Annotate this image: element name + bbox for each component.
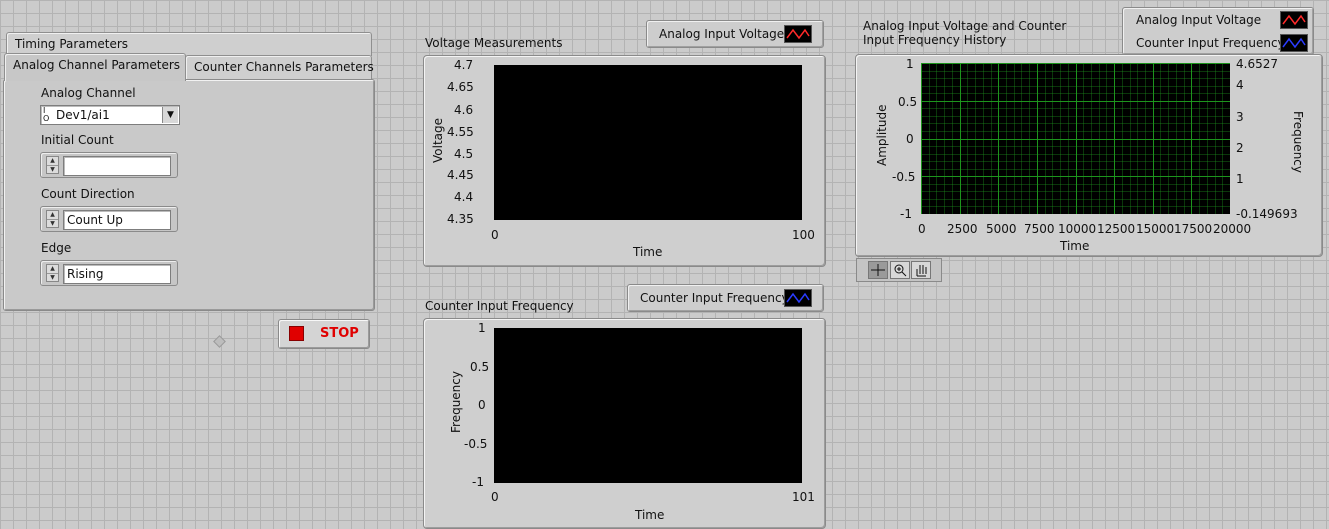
y-left-tick: 1 <box>906 57 914 71</box>
y-right-tick: -0.149693 <box>1236 207 1298 221</box>
counter-legend-swatch <box>784 289 812 307</box>
initial-count-label: Initial Count <box>41 133 114 147</box>
history-x-label: Time <box>1060 239 1090 253</box>
y-tick: 4.7 <box>454 58 474 72</box>
x-tick: 5000 <box>986 222 1017 236</box>
x-tick: 0 <box>918 222 926 236</box>
x-tick: 0 <box>491 490 499 504</box>
edge-spinner[interactable]: ▲ ▼ <box>46 264 59 282</box>
x-tick: 101 <box>792 490 815 504</box>
y-tick: 4.55 <box>447 125 474 139</box>
counter-legend-label: Counter Input Frequency <box>640 291 789 305</box>
count-direction-spinner[interactable]: ▲ ▼ <box>46 210 59 228</box>
history-grid <box>921 63 1231 215</box>
wave-line-icon <box>786 28 810 40</box>
edge-value[interactable]: Rising <box>63 264 171 284</box>
x-tick: 12500 <box>1097 222 1136 236</box>
y-tick: -0.5 <box>464 437 488 451</box>
tab-counter-label: Counter Channels Parameters <box>194 60 374 74</box>
voltage-legend-label: Analog Input Voltage <box>659 27 785 41</box>
diamond-marker <box>213 335 226 348</box>
voltage-x-label: Time <box>633 245 663 259</box>
y-tick: 0 <box>478 398 486 412</box>
x-tick: 2500 <box>947 222 978 236</box>
count-direction-value[interactable]: Count Up <box>63 210 171 230</box>
history-legend-label-voltage: Analog Input Voltage <box>1136 13 1262 27</box>
y-left-tick: -1 <box>900 207 912 221</box>
history-chart-title: Analog Input Voltage and Counter Input F… <box>863 19 1066 47</box>
initial-count-control: ▲ ▼ <box>40 152 178 178</box>
voltage-y-label: Voltage <box>431 117 445 163</box>
counter-plot-area[interactable] <box>494 328 802 483</box>
wave-line-icon <box>786 292 810 304</box>
x-tick: 17500 <box>1174 222 1213 236</box>
y-tick: 4.6 <box>454 103 474 117</box>
voltage-plot-area[interactable] <box>494 65 802 220</box>
counter-x-label: Time <box>635 508 665 522</box>
voltage-legend-swatch <box>784 25 812 43</box>
history-y-left-label: Amplitude <box>875 104 889 167</box>
count-direction-control: ▲ ▼ Count Up <box>40 206 178 232</box>
y-right-tick: 4.6527 <box>1236 57 1278 71</box>
y-tick: 4.45 <box>447 168 474 182</box>
chevron-down-icon[interactable]: ▼ <box>162 107 178 123</box>
y-tick: -1 <box>472 475 484 489</box>
counter-graph-title: Counter Input Frequency <box>425 299 574 313</box>
voltage-legend[interactable]: Analog Input Voltage <box>646 20 824 48</box>
analog-channel-label: Analog Channel <box>41 86 136 100</box>
history-plot-area[interactable] <box>921 63 1231 215</box>
y-left-tick: -0.5 <box>892 170 916 184</box>
analog-channel-value: Dev1/ai1 <box>56 108 110 122</box>
x-tick: 100 <box>792 228 815 242</box>
initial-count-input[interactable] <box>63 156 171 176</box>
voltage-graph-title: Voltage Measurements <box>425 36 563 50</box>
y-right-tick: 3 <box>1236 110 1244 124</box>
x-tick: 0 <box>491 228 499 242</box>
zoom-icon[interactable] <box>890 261 910 279</box>
counter-y-label: Frequency <box>449 371 463 433</box>
tab-analog-channel-parameters[interactable]: Analog Channel Parameters <box>4 53 186 81</box>
tab-analog-label: Analog Channel Parameters <box>13 58 181 72</box>
y-tick: 1 <box>478 321 486 335</box>
stop-light-icon <box>289 326 304 341</box>
history-title-line2: Input Frequency History <box>863 33 1007 47</box>
history-title-line1: Analog Input Voltage and Counter <box>863 19 1067 33</box>
y-tick: 4.5 <box>454 147 474 161</box>
x-tick: 10000 <box>1058 222 1097 236</box>
y-left-tick: 0 <box>906 132 914 146</box>
counter-legend[interactable]: Counter Input Frequency <box>627 284 824 312</box>
tab-timing-label: Timing Parameters <box>15 37 129 51</box>
history-legend[interactable]: Analog Input Voltage Counter Input Frequ… <box>1122 7 1314 55</box>
history-legend-label-frequency: Counter Input Frequency <box>1136 36 1285 50</box>
y-right-tick: 2 <box>1236 141 1244 155</box>
y-tick: 4.65 <box>447 80 474 94</box>
y-tick: 0.5 <box>470 360 490 374</box>
y-tick: 4.4 <box>454 190 474 204</box>
history-y-right-label: Frequency <box>1291 111 1305 173</box>
x-tick: 20000 <box>1213 222 1252 236</box>
x-tick: 15000 <box>1136 222 1175 236</box>
y-right-tick: 1 <box>1236 172 1244 186</box>
y-left-tick: 0.5 <box>898 95 918 109</box>
history-legend-swatch-voltage <box>1280 11 1308 29</box>
edge-label: Edge <box>41 241 72 255</box>
crosshair-icon[interactable] <box>868 261 888 279</box>
stop-button-label: STOP <box>320 326 359 341</box>
analog-channel-select[interactable]: IO Dev1/ai1 ▼ <box>40 105 180 125</box>
y-right-tick: 4 <box>1236 78 1244 92</box>
wave-line-icon <box>1282 14 1306 26</box>
initial-count-spinner[interactable]: ▲ ▼ <box>46 156 59 174</box>
history-legend-swatch-frequency <box>1280 34 1308 52</box>
edge-control: ▲ ▼ Rising <box>40 260 178 286</box>
graph-palette <box>856 258 942 282</box>
count-direction-label: Count Direction <box>41 187 135 201</box>
pan-hand-icon[interactable] <box>911 261 931 279</box>
y-tick: 4.35 <box>447 212 474 226</box>
x-tick: 7500 <box>1024 222 1055 236</box>
stop-button[interactable]: STOP <box>278 319 370 349</box>
io-prefix-icon: IO <box>43 106 50 123</box>
tab-counter-channels-parameters[interactable]: Counter Channels Parameters <box>185 55 374 79</box>
wave-line-icon <box>1282 37 1306 49</box>
